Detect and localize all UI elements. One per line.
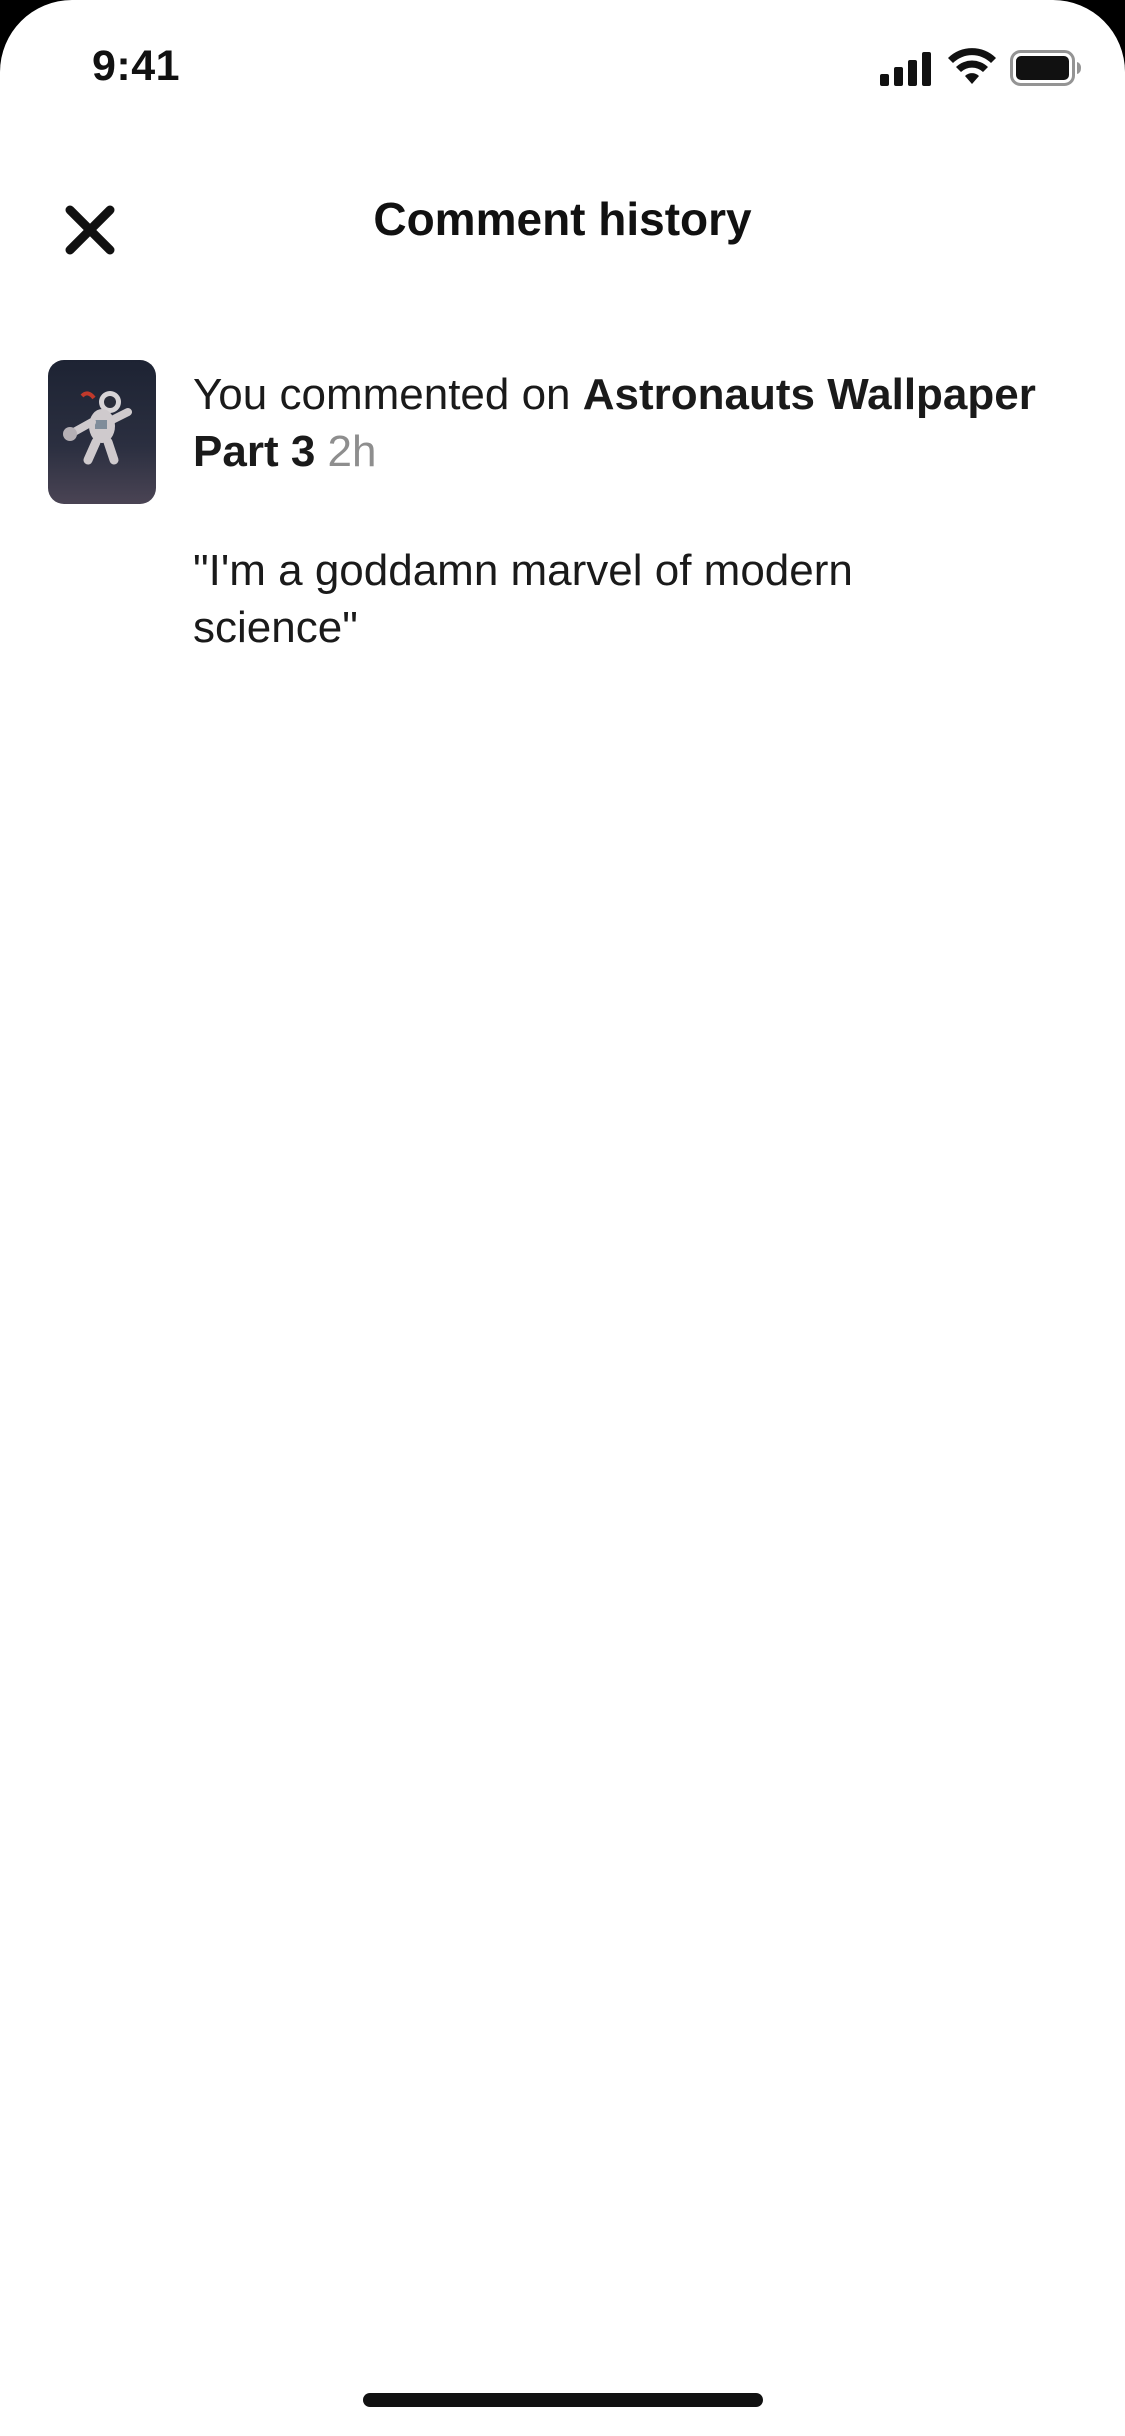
- nav-header: Comment history: [0, 170, 1125, 280]
- status-time: 9:41: [92, 42, 181, 90]
- comment-body: You commented on Astronauts Wallpaper Pa…: [193, 358, 1073, 656]
- comment-timestamp: 2h: [327, 427, 377, 476]
- comment-history-screen: 9:41 Comment history You commented on As…: [0, 0, 1125, 2436]
- astronaut-thumbnail-art: [48, 360, 156, 504]
- signal-icon: [880, 52, 931, 86]
- wifi-icon: [948, 48, 996, 84]
- astronaut-thumbnail-image[interactable]: [48, 360, 156, 504]
- status-bar: 9:41: [0, 0, 1125, 132]
- comment-text: "I'm a goddamn marvel of modern science": [193, 546, 853, 652]
- battery-icon: [1010, 50, 1081, 86]
- comment-prefix: You commented on: [193, 370, 583, 419]
- comment-headline: You commented on Astronauts Wallpaper Pa…: [193, 366, 1073, 480]
- home-indicator[interactable]: [363, 2393, 763, 2407]
- page-title: Comment history: [373, 193, 752, 245]
